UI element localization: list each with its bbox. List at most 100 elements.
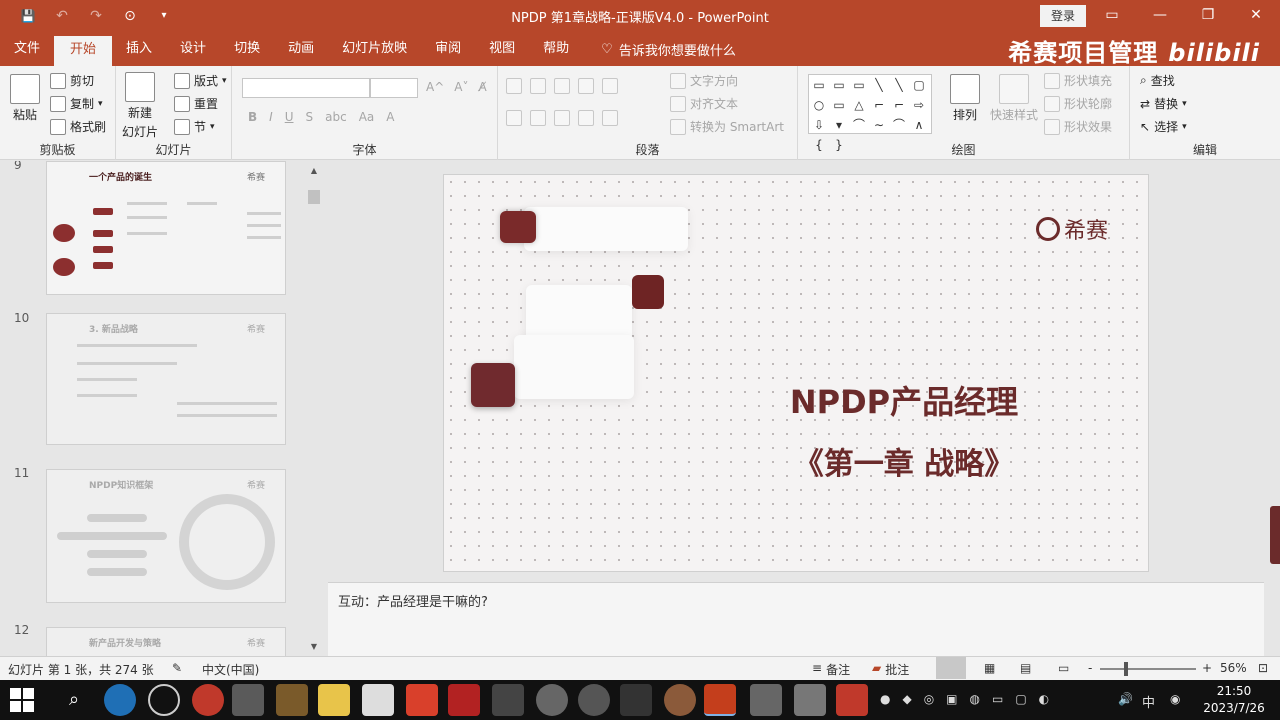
zoom-level[interactable]: 56% xyxy=(1220,661,1247,675)
slide-thumbnail[interactable]: 新产品开发与策略 希赛 xyxy=(46,627,286,656)
shape-arc[interactable]: ⌒ xyxy=(889,115,909,135)
text-direction-button[interactable]: 文字方向 xyxy=(670,72,738,89)
decrease-indent-icon[interactable] xyxy=(554,78,570,94)
tab-view[interactable]: 视图 xyxy=(475,32,529,66)
font-size-combo[interactable] xyxy=(370,78,418,98)
decrease-font-icon[interactable]: A˅ xyxy=(454,80,468,94)
volume-icon[interactable]: 🔊 xyxy=(1118,692,1133,706)
shape-rounded-rect[interactable]: ▭ xyxy=(829,95,849,115)
copy-button[interactable]: 复制 ▾ xyxy=(50,95,103,112)
save-icon[interactable]: 💾 xyxy=(18,6,38,26)
reset-button[interactable]: 重置 xyxy=(174,95,218,112)
app-icon[interactable] xyxy=(836,684,868,716)
slide-title[interactable]: NPDP产品经理 xyxy=(784,377,1024,423)
ime-indicator[interactable]: 中 xyxy=(1142,692,1155,711)
pdf-reader-icon[interactable] xyxy=(448,684,480,716)
shape-triangle[interactable]: △ xyxy=(849,95,869,115)
windows-start-icon[interactable] xyxy=(10,688,34,712)
tab-slideshow[interactable]: 幻灯片放映 xyxy=(328,32,421,66)
align-center-icon[interactable] xyxy=(530,110,546,126)
arrange-button[interactable]: 排列 xyxy=(950,74,980,123)
shape-outline-button[interactable]: 形状轮廓 xyxy=(1044,95,1112,112)
paste-button[interactable]: 粘贴 xyxy=(10,74,40,123)
fit-to-window-icon[interactable]: ⊡ xyxy=(1258,661,1268,675)
tell-me-search[interactable]: ♡ 告诉我你想要做什么 xyxy=(583,32,736,66)
search-icon[interactable]: ⌕ xyxy=(58,684,90,716)
ribbon-display-options-icon[interactable]: ▭ xyxy=(1088,0,1136,32)
slideshow-view-icon[interactable]: ▭ xyxy=(1058,661,1069,675)
shapes-gallery[interactable]: ▭ ▭ ▭ ╲ ╲ ▢ ○ ▭ △ ⌐ ⌐ ⇨ ⇩ ▾ ⌒ ∼ ⌒ ∧ { } xyxy=(808,74,932,152)
replace-button[interactable]: ⇄ 替换 ▾ xyxy=(1140,95,1187,112)
numbering-icon[interactable] xyxy=(530,78,546,94)
shape-down-arrow[interactable]: ⇩ xyxy=(809,115,829,135)
slide-thumbnail-pane[interactable]: 9 一个产品的诞生 希赛 10 3. 新品战略 希赛 11 NPDP知识框架 希… xyxy=(0,161,326,656)
underline-button[interactable]: U xyxy=(285,110,294,124)
zoom-slider[interactable] xyxy=(1100,668,1196,670)
tab-home[interactable]: 开始 xyxy=(54,36,113,66)
zoom-slider-thumb[interactable] xyxy=(1124,662,1128,676)
strikethrough-button[interactable]: S xyxy=(306,110,314,124)
find-button[interactable]: ⌕ 查找 xyxy=(1140,72,1175,89)
zoom-out-button[interactable]: - xyxy=(1088,661,1092,675)
app-icon[interactable] xyxy=(276,684,308,716)
slide-thumbnail[interactable]: 3. 新品战略 希赛 xyxy=(46,313,286,445)
edge-browser-icon[interactable] xyxy=(104,684,136,716)
increase-indent-icon[interactable] xyxy=(578,78,594,94)
current-slide[interactable]: 希赛 NPDP产品经理 《第一章 战略》 xyxy=(443,174,1149,572)
app-icon[interactable] xyxy=(406,684,438,716)
minimize-button[interactable]: — xyxy=(1136,0,1184,32)
format-painter-button[interactable]: 格式刷 xyxy=(50,118,106,135)
tab-design[interactable]: 设计 xyxy=(166,32,220,66)
restore-button[interactable]: ❐ xyxy=(1184,0,1232,32)
tab-file[interactable]: 文件 xyxy=(0,32,54,66)
normal-view-button[interactable] xyxy=(936,657,966,679)
app-icon[interactable] xyxy=(664,684,696,716)
app-icon[interactable] xyxy=(232,684,264,716)
shape-vertical-text[interactable]: ▭ xyxy=(829,75,849,95)
tab-transitions[interactable]: 切换 xyxy=(220,32,274,66)
shape-square[interactable]: ▢ xyxy=(909,75,929,95)
new-slide-button[interactable]: 新建 幻灯片 xyxy=(122,72,158,140)
italic-button[interactable]: I xyxy=(269,110,273,124)
tab-help[interactable]: 帮助 xyxy=(529,32,583,66)
shape-curve[interactable]: ⌒ xyxy=(849,115,869,135)
app-icon[interactable] xyxy=(362,684,394,716)
reading-view-icon[interactable]: ▤ xyxy=(1020,661,1031,675)
slide-sorter-icon[interactable]: ▦ xyxy=(984,661,995,675)
shape-oval[interactable]: ○ xyxy=(809,95,829,115)
tab-review[interactable]: 审阅 xyxy=(421,32,475,66)
select-button[interactable]: ↖ 选择 ▾ xyxy=(1140,118,1187,135)
slide-thumbnail[interactable]: 一个产品的诞生 希赛 xyxy=(46,161,286,295)
shape-rect[interactable]: ▭ xyxy=(849,75,869,95)
comments-button[interactable]: ▰ 批注 xyxy=(872,661,909,678)
change-case-button[interactable]: Aa xyxy=(359,110,375,124)
scrollbar-thumb[interactable] xyxy=(308,190,320,204)
system-tray-icons[interactable]: ●◆◎▣◍▭▢◐ xyxy=(880,692,1061,706)
app-icon[interactable] xyxy=(620,684,652,716)
notes-text[interactable]: 互动：产品经理是干嘛的? xyxy=(338,591,488,610)
scroll-down-icon[interactable]: ▼ xyxy=(306,640,322,654)
shape-effects-button[interactable]: 形状效果 xyxy=(1044,118,1112,135)
shape-elbow-arrow[interactable]: ⌐ xyxy=(889,95,909,115)
thumbnail-scrollbar[interactable]: ▲ ▼ xyxy=(306,162,322,656)
shape-line[interactable]: ╲ xyxy=(869,75,889,95)
smartart-button[interactable]: 转换为 SmartArt xyxy=(670,118,784,135)
shape-left-brace[interactable]: { xyxy=(809,135,829,155)
app-icon[interactable] xyxy=(578,684,610,716)
redo-icon[interactable]: ↷ xyxy=(86,6,106,26)
tab-animations[interactable]: 动画 xyxy=(274,32,328,66)
slide-subtitle[interactable]: 《第一章 战略》 xyxy=(784,439,1024,483)
login-button[interactable]: 登录 xyxy=(1040,5,1086,27)
justify-icon[interactable] xyxy=(578,110,594,126)
shape-arrow-line[interactable]: ╲ xyxy=(889,75,909,95)
increase-font-icon[interactable]: A^ xyxy=(426,80,444,94)
file-explorer-icon[interactable] xyxy=(318,684,350,716)
align-left-icon[interactable] xyxy=(506,110,522,126)
app-icon[interactable] xyxy=(492,684,524,716)
shape-text-box[interactable]: ▭ xyxy=(809,75,829,95)
font-color-icon[interactable]: A xyxy=(386,110,394,124)
app-icon[interactable] xyxy=(750,684,782,716)
app-icon[interactable] xyxy=(536,684,568,716)
notes-pane[interactable]: 互动：产品经理是干嘛的? xyxy=(328,582,1264,656)
shape-right-arrow[interactable]: ⇨ xyxy=(909,95,929,115)
